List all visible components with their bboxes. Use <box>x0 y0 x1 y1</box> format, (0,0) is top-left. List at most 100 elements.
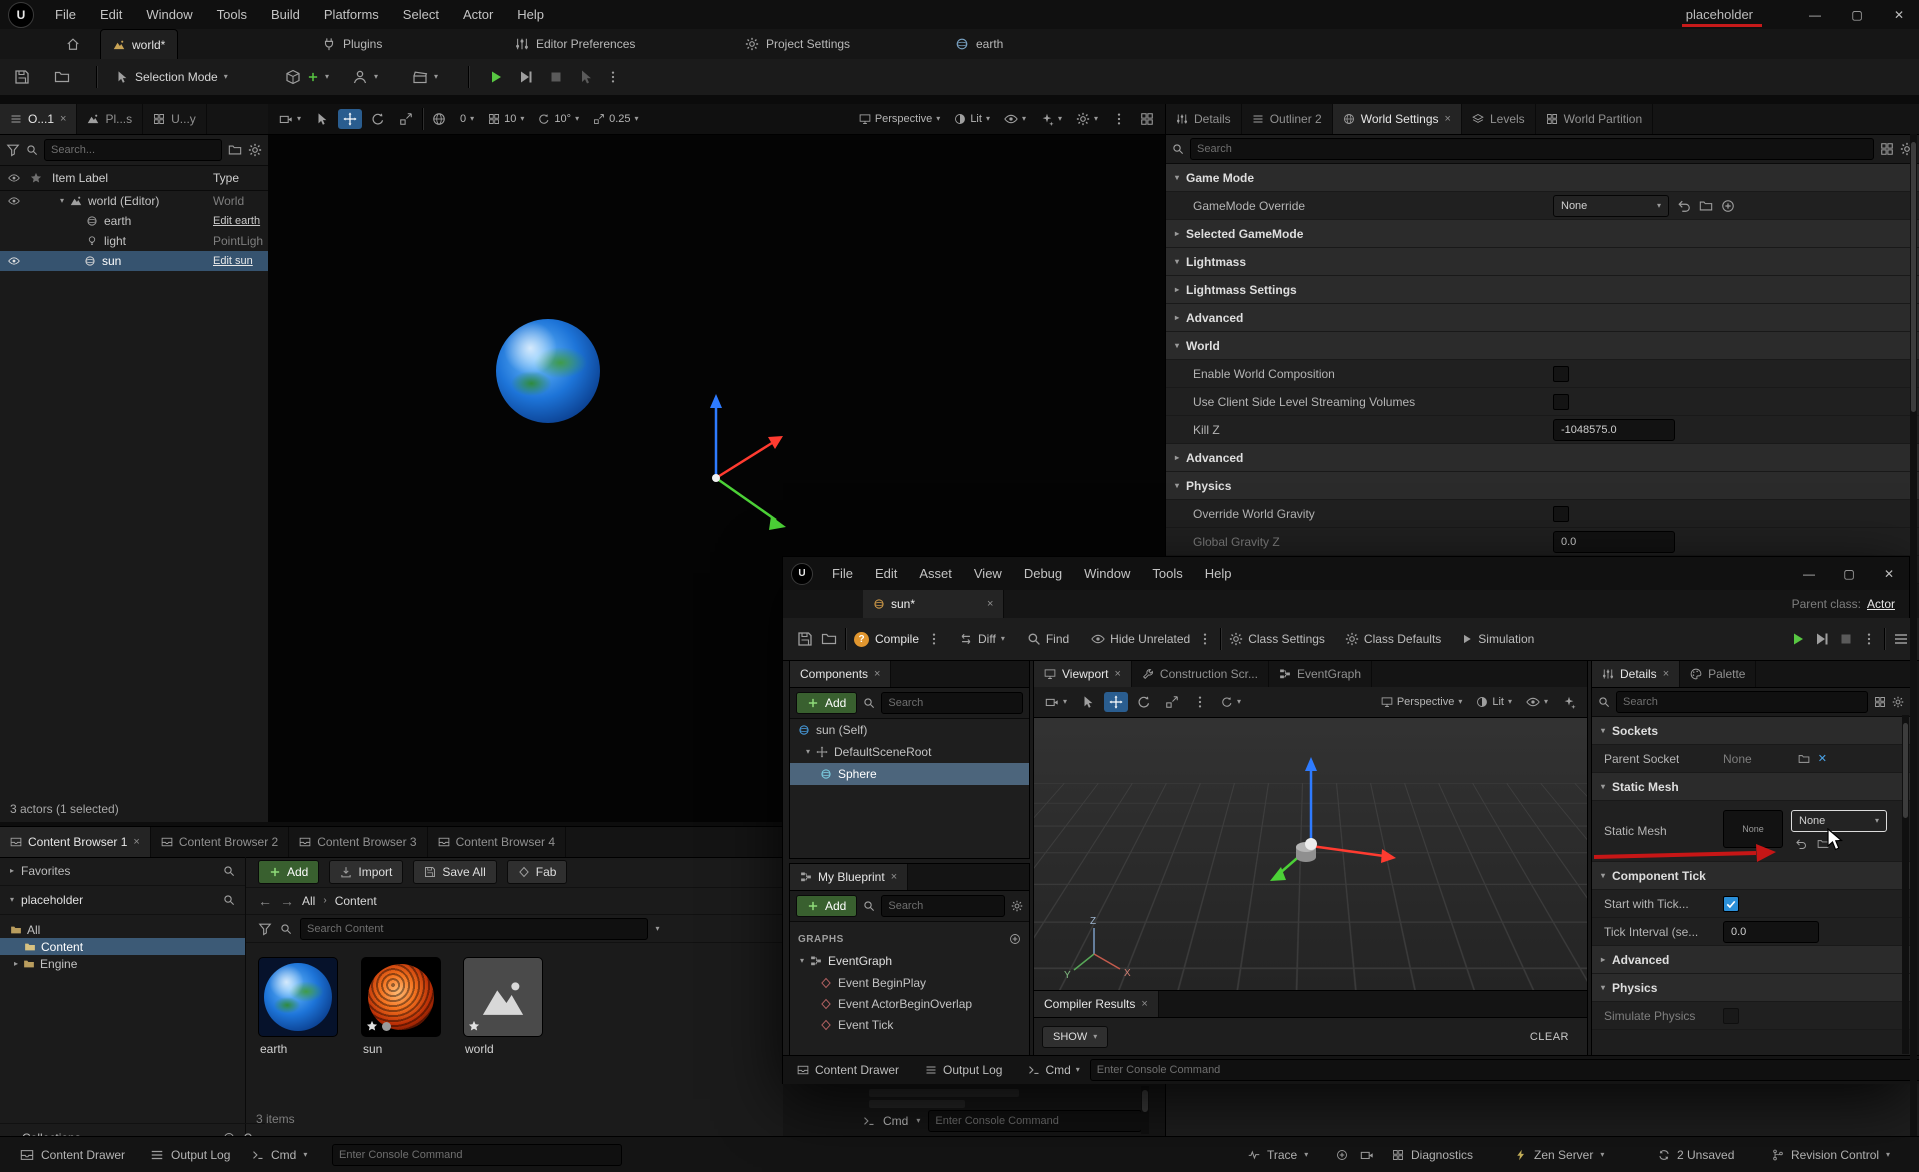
section-lightmass-settings[interactable]: ▸Lightmass Settings <box>1166 276 1919 304</box>
bp-details-search-input[interactable] <box>1616 691 1868 713</box>
show-flags-button[interactable]: ▾ <box>999 109 1031 129</box>
bp-menu-debug[interactable]: Debug <box>1013 557 1073 590</box>
bp-close-button[interactable]: ✕ <box>1869 557 1909 590</box>
project-root-row[interactable]: ▾placeholder <box>0 886 245 915</box>
section-lightmass[interactable]: ▾Lightmass <box>1166 248 1919 276</box>
select-tool-button[interactable] <box>310 109 334 129</box>
compile-button[interactable]: ? Compile <box>854 632 919 647</box>
section-game-mode[interactable]: ▾Game Mode <box>1166 164 1919 192</box>
grid-snap-button[interactable]: 10▾ <box>483 110 529 128</box>
search-icon[interactable] <box>223 865 235 877</box>
menu-actor[interactable]: Actor <box>452 0 504 29</box>
background-console-input[interactable] <box>928 1110 1142 1132</box>
new-asset-icon[interactable] <box>1721 199 1735 213</box>
menu-select[interactable]: Select <box>392 0 450 29</box>
breadcrumb-content[interactable]: Content <box>335 894 377 908</box>
lit-dropdown[interactable]: Lit▾ <box>1471 693 1517 711</box>
eject-button[interactable] <box>578 59 594 95</box>
screenshot-button[interactable] <box>1360 1137 1374 1172</box>
asset-card-sun[interactable]: sun <box>361 957 441 1056</box>
bp-stop-button[interactable] <box>1838 631 1854 647</box>
add-component-button[interactable]: Add <box>796 692 857 714</box>
simulate-physics-checkbox[interactable] <box>1723 1008 1739 1024</box>
bp-play-options-icon[interactable] <box>1862 632 1876 646</box>
tab-bp-details[interactable]: Details× <box>1592 661 1680 687</box>
menu-help[interactable]: Help <box>506 0 555 29</box>
trace-dropdown[interactable]: Trace▾ <box>1248 1137 1308 1172</box>
diagnostics-button[interactable]: Diagnostics <box>1392 1137 1473 1172</box>
import-button[interactable]: Import <box>329 860 403 884</box>
tab-outliner-1[interactable]: O...1× <box>0 104 77 134</box>
expand-arrow-icon[interactable]: ▾ <box>800 957 804 965</box>
close-button[interactable]: ✕ <box>1879 0 1919 29</box>
snap-options-button[interactable] <box>1188 692 1212 712</box>
component-row-defaultsceneroot[interactable]: ▾ DefaultSceneRoot <box>790 741 1029 763</box>
expand-arrow-icon[interactable]: ▾ <box>806 748 810 756</box>
tab-places[interactable]: Pl...s <box>77 104 143 134</box>
section-physics[interactable]: ▾Physics <box>1166 472 1919 500</box>
settings-search-input[interactable] <box>1190 138 1874 160</box>
eye-icon[interactable] <box>8 255 20 267</box>
tab-content-browser-4[interactable]: Content Browser 4 <box>428 827 566 857</box>
maximize-button[interactable]: ▢ <box>1837 0 1877 29</box>
close-icon[interactable]: × <box>1114 668 1120 680</box>
home-button[interactable] <box>66 29 80 59</box>
add-content-button[interactable]: Add <box>258 860 319 884</box>
browse-icon[interactable] <box>821 631 837 647</box>
favorites-row[interactable]: ▸Favorites <box>0 857 245 886</box>
expand-arrow-icon[interactable]: ▾ <box>60 197 64 205</box>
surface-snap-button[interactable] <box>427 109 451 129</box>
rotate-tool-button[interactable] <box>1132 692 1156 712</box>
components-search-input[interactable] <box>881 692 1023 714</box>
find-button[interactable]: Find <box>1027 632 1069 646</box>
global-gravity-input[interactable]: 0.0 <box>1553 531 1675 553</box>
section-static-mesh[interactable]: ▾Static Mesh <box>1592 773 1910 801</box>
console-command-input[interactable] <box>332 1144 622 1166</box>
tab-content-browser-2[interactable]: Content Browser 2 <box>151 827 289 857</box>
section-selected-gamemode[interactable]: ▸Selected GameMode <box>1166 220 1919 248</box>
edit-sun-link[interactable]: Edit sun <box>213 255 253 267</box>
event-beginplay-row[interactable]: Event BeginPlay <box>790 972 1029 993</box>
bp-minimize-button[interactable]: — <box>1789 557 1829 590</box>
close-icon[interactable]: × <box>891 871 897 883</box>
section-advanced-1[interactable]: ▸Advanced <box>1166 304 1919 332</box>
simulation-button[interactable]: Simulation <box>1461 632 1534 646</box>
snap-toggle-button[interactable]: 0▾ <box>455 110 479 128</box>
bp-menu-file[interactable]: File <box>821 557 864 590</box>
cinematics-dropdown[interactable]: ▾ <box>412 59 438 95</box>
menu-tools[interactable]: Tools <box>206 0 258 29</box>
bp-play-button[interactable] <box>1790 631 1806 647</box>
perspective-dropdown[interactable]: Perspective▾ <box>854 110 946 128</box>
details-settings-icon[interactable] <box>1892 696 1904 708</box>
eventgraph-row[interactable]: ▾ EventGraph <box>790 950 1029 972</box>
bp-content-drawer-button[interactable]: Content Drawer <box>797 1063 899 1077</box>
menu-platforms[interactable]: Platforms <box>313 0 390 29</box>
save-all-button[interactable]: Save All <box>413 860 496 884</box>
output-log-button[interactable]: Output Log <box>150 1137 230 1172</box>
use-selected-asset-icon[interactable] <box>1795 838 1807 850</box>
tab-world-partition[interactable]: World Partition <box>1536 104 1653 134</box>
select-tool-button[interactable] <box>1076 692 1100 712</box>
record-button[interactable] <box>1336 1137 1348 1172</box>
tab-outliner-2[interactable]: Outliner 2 <box>1242 104 1333 134</box>
close-icon[interactable]: × <box>1445 113 1451 125</box>
diff-dropdown[interactable]: Diff▾ <box>959 632 1005 646</box>
add-actor-dropdown[interactable]: ▾ <box>285 59 329 95</box>
eye-icon[interactable] <box>8 195 20 207</box>
override-gravity-checkbox[interactable] <box>1553 506 1569 522</box>
world-settings-scrollbar[interactable] <box>1910 134 1917 1136</box>
hide-unrelated-options-icon[interactable] <box>1198 632 1212 646</box>
bp-output-log-button[interactable]: Output Log <box>925 1063 1002 1077</box>
menu-build[interactable]: Build <box>260 0 311 29</box>
section-bp-advanced[interactable]: ▸Advanced <box>1592 946 1910 974</box>
move-tool-button[interactable] <box>338 109 362 129</box>
back-button[interactable]: ← <box>258 893 272 909</box>
component-row-sun-self[interactable]: sun (Self) <box>790 719 1029 741</box>
tree-item-engine[interactable]: ▸Engine <box>0 955 245 972</box>
section-world[interactable]: ▾World <box>1166 332 1919 360</box>
project-settings-button[interactable]: Project Settings <box>745 29 850 59</box>
pin-column-icon[interactable] <box>30 172 42 184</box>
save-icon[interactable] <box>797 631 813 647</box>
outliner-settings-icon[interactable] <box>248 143 262 157</box>
parent-class-link[interactable]: Actor <box>1867 597 1895 611</box>
